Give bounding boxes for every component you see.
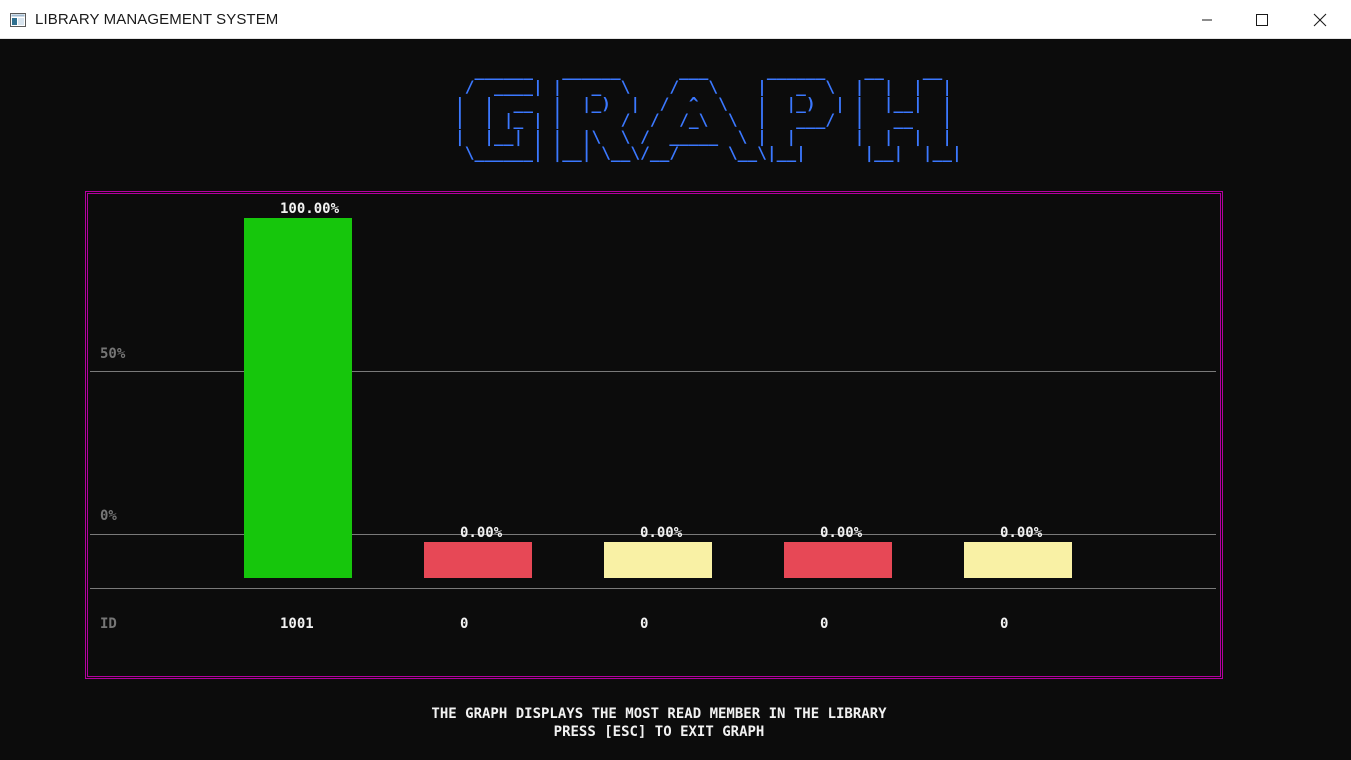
console-output: ______ ______ ___ ______ __ __ / ____| |… xyxy=(0,39,1351,760)
window-title: LIBRARY MANAGEMENT SYSTEM xyxy=(35,11,279,28)
console-window-icon xyxy=(10,12,26,27)
gridline-baseline xyxy=(90,588,1216,589)
console-window: LIBRARY MANAGEMENT SYSTEM ______ ______ … xyxy=(0,0,1351,760)
minimize-button[interactable] xyxy=(1184,0,1230,39)
member-id-label-4: 0 xyxy=(820,616,829,632)
member-id-label-2: 0 xyxy=(460,616,469,632)
bar-1 xyxy=(244,218,352,578)
close-button[interactable] xyxy=(1297,0,1343,39)
y-tick-50: 50% xyxy=(100,346,126,362)
bar-value-label-5: 0.00% xyxy=(1000,525,1043,541)
maximize-button[interactable] xyxy=(1239,0,1285,39)
close-icon xyxy=(1313,13,1327,27)
minimize-icon xyxy=(1201,14,1213,26)
graph-ascii-banner: ______ ______ ___ ______ __ __ / ____| |… xyxy=(455,61,962,163)
member-id-label-1: 1001 xyxy=(280,616,314,632)
member-id-label-5: 0 xyxy=(1000,616,1009,632)
y-tick-0: 0% xyxy=(100,508,117,524)
bar-value-label-3: 0.00% xyxy=(640,525,683,541)
maximize-icon xyxy=(1256,13,1268,26)
bar-5 xyxy=(964,542,1072,578)
graph-description: THE GRAPH DISPLAYS THE MOST READ MEMBER … xyxy=(431,706,887,722)
title-bar[interactable]: LIBRARY MANAGEMENT SYSTEM xyxy=(0,0,1351,39)
bar-value-label-4: 0.00% xyxy=(820,525,863,541)
exit-instruction: PRESS [ESC] TO EXIT GRAPH xyxy=(553,724,765,740)
member-id-label-3: 0 xyxy=(640,616,649,632)
bar-4 xyxy=(784,542,892,578)
bar-value-label-1: 100.00% xyxy=(280,201,340,217)
bar-2 xyxy=(424,542,532,578)
bar-3 xyxy=(604,542,712,578)
bar-value-label-2: 0.00% xyxy=(460,525,503,541)
x-axis-label-id: ID xyxy=(100,616,117,632)
